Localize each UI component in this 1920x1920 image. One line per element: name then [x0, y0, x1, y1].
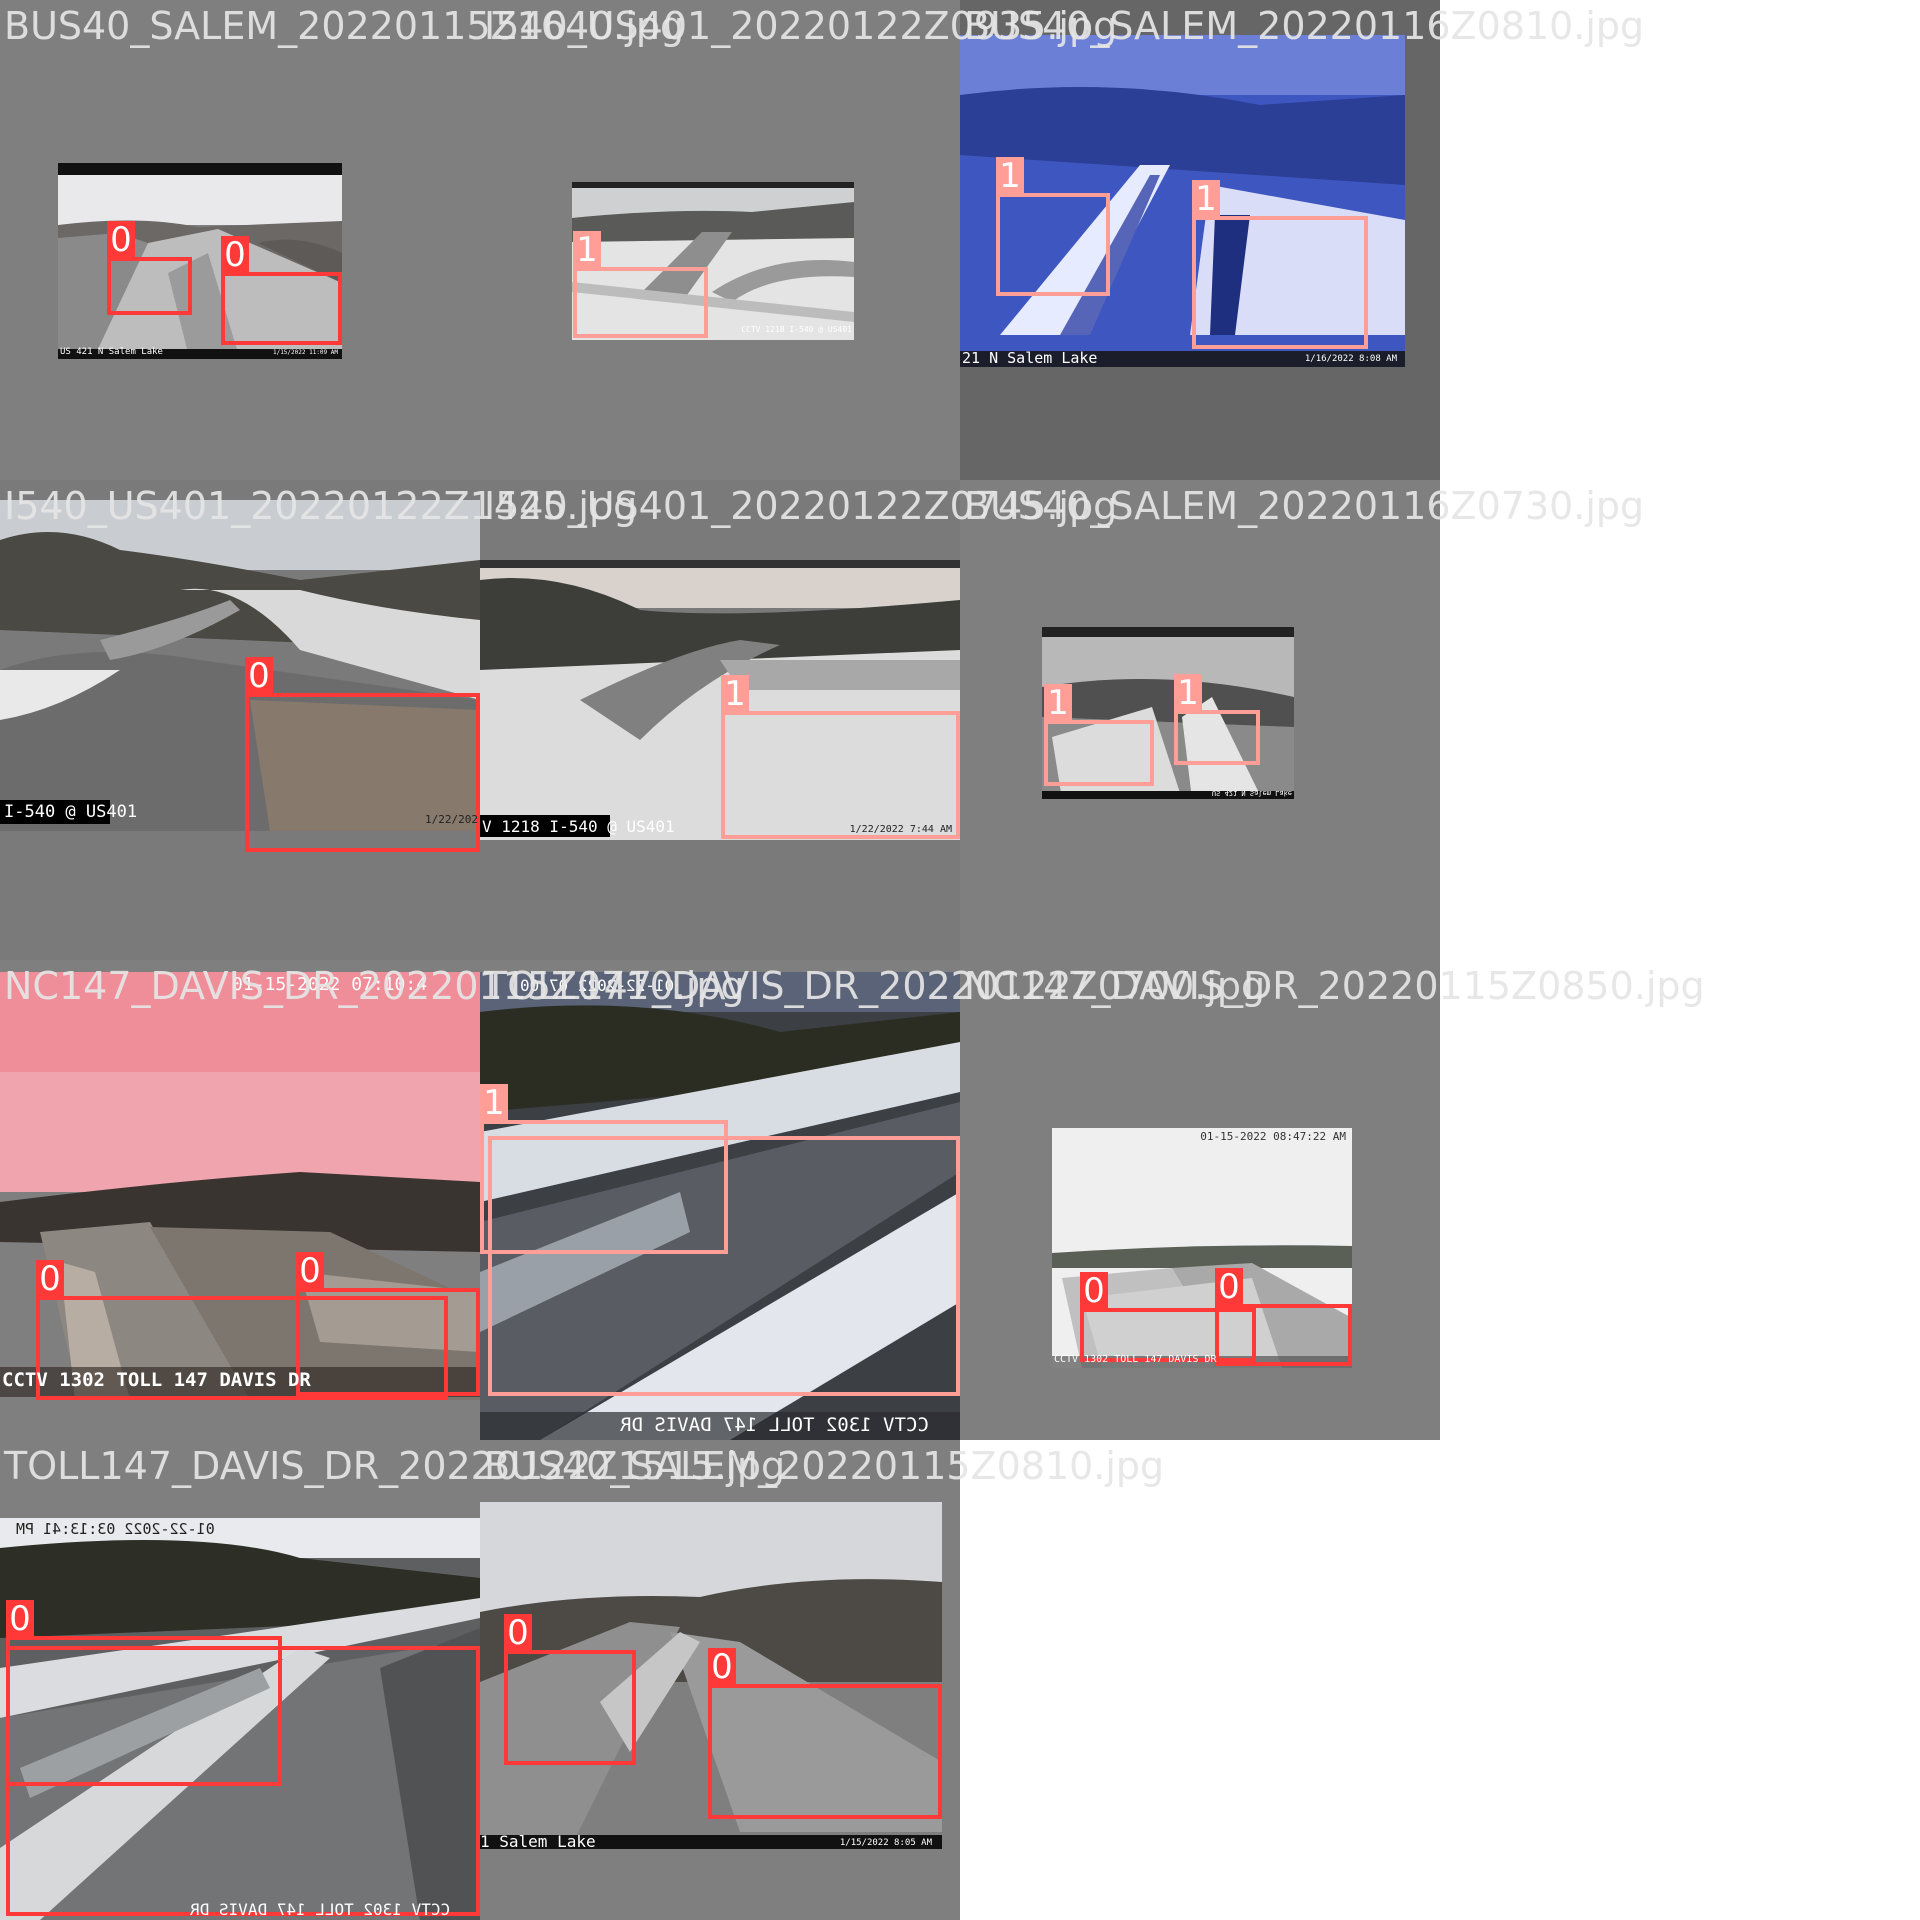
- detection-box: [1215, 1304, 1352, 1366]
- camera-caption: CCTV 1302 TOLL 147 DAVIS DR: [190, 1900, 451, 1919]
- class-label: 0: [1215, 1268, 1243, 1306]
- camera-caption: US 421 N Salem Lake: [60, 347, 163, 357]
- camera-timestamp: 1/15/2022 11:09 AM: [272, 349, 338, 356]
- class-label: 0: [245, 657, 273, 695]
- class-label: 0: [6, 1600, 34, 1638]
- camera-timestamp: 01-15-2022 07:10:4: [232, 974, 428, 995]
- detection-box: [708, 1684, 942, 1819]
- camera-caption: CCTV 1302 TOLL 147 DAVIS DR: [1054, 1354, 1217, 1365]
- detection-mosaic: US 421 N Salem Lake 1/15/2022 11:09 AM 0…: [0, 0, 1920, 1920]
- class-label: 0: [107, 221, 135, 259]
- mosaic-tile: US 421 N Salem Lake 1/15/2022 11:09 AM 0…: [0, 0, 480, 480]
- class-label: 1: [1174, 674, 1202, 712]
- detection-box: [721, 711, 960, 839]
- class-label: 0: [36, 1260, 64, 1298]
- detection-box: [296, 1288, 480, 1396]
- mosaic-tile: CCTV 1218 I-540 @ US401 1: [480, 0, 960, 480]
- camera-timestamp: 1/22/2022 7:44 AM: [849, 824, 952, 835]
- mosaic-tile: CCTV 1302 TOLL 147 DAVIS DR 01-22-2022 0…: [0, 1440, 480, 1920]
- class-label: 1: [480, 1084, 508, 1122]
- detection-box: [107, 257, 192, 315]
- detection-box: [1192, 216, 1368, 349]
- class-label: 1: [1044, 684, 1072, 722]
- mosaic-tile: I-540 @ US401 1/22/202 0: [0, 480, 480, 960]
- camera-caption: 1 Salem Lake: [480, 1832, 596, 1849]
- camera-caption: CCTV 1218 I-540 @ US401: [741, 325, 852, 334]
- detection-box: [221, 272, 342, 345]
- class-label: 1: [721, 675, 749, 713]
- detection-box: [1174, 710, 1260, 765]
- class-label: 0: [296, 1252, 324, 1290]
- detection-box: [573, 267, 708, 338]
- detection-box: [1044, 720, 1154, 786]
- class-label: 0: [504, 1614, 532, 1652]
- camera-timestamp: 1/15/2022 8:05 AM: [839, 1838, 932, 1848]
- camera-timestamp: 01-22-2022 07:00: [520, 976, 675, 995]
- camera-caption: CCTV 1302 TOLL 147 DAVIS DR: [620, 1414, 929, 1436]
- mosaic-tile: V 1218 I-540 @ US401 1/22/2022 7:44 AM 1: [480, 480, 960, 960]
- camera-timestamp: 01-15-2022 08:47:22 AM: [1200, 1130, 1346, 1143]
- camera-caption: V 1218 I-540 @ US401: [482, 817, 675, 836]
- class-label: 0: [1080, 1272, 1108, 1310]
- class-label: 1: [573, 231, 601, 269]
- camera-caption: US 421 N Salem Lake: [1211, 789, 1292, 797]
- camera-timestamp: 1/22/202: [425, 813, 478, 826]
- detection-box: [996, 193, 1110, 296]
- mosaic-tile: 1 Salem Lake 1/15/2022 8:05 AM 0 0: [480, 1440, 960, 1920]
- class-label: 1: [996, 157, 1024, 195]
- camera-timestamp: 01-22-2022 03:13:41 PM: [16, 1520, 215, 1538]
- detection-box: [245, 693, 480, 852]
- camera-caption: CCTV 1302 TOLL 147 DAVIS DR: [2, 1369, 311, 1391]
- class-label: 0: [708, 1648, 736, 1686]
- detection-box: [488, 1136, 960, 1396]
- mosaic-tile: US 421 N Salem Lake 1 1: [960, 480, 1440, 960]
- camera-timestamp: 1/16/2022 8:08 AM: [1304, 354, 1397, 364]
- mosaic-tile: CCTV 1302 TOLL 147 DAVIS DR 01-15-2022 0…: [960, 960, 1440, 1440]
- detection-box: [504, 1650, 636, 1765]
- class-label: 0: [221, 236, 249, 274]
- mosaic-tile: CCTV 1302 TOLL 147 DAVIS DR 01-15-2022 0…: [0, 960, 480, 1440]
- detection-box: [6, 1646, 480, 1916]
- camera-caption: I-540 @ US401: [4, 802, 138, 822]
- camera-caption: 21 N Salem Lake: [962, 349, 1098, 367]
- class-label: 1: [1192, 180, 1220, 218]
- mosaic-tile: 21 N Salem Lake 1/16/2022 8:08 AM 1 1: [960, 0, 1440, 480]
- mosaic-tile: CCTV 1302 TOLL 147 DAVIS DR 01-22-2022 0…: [480, 960, 960, 1440]
